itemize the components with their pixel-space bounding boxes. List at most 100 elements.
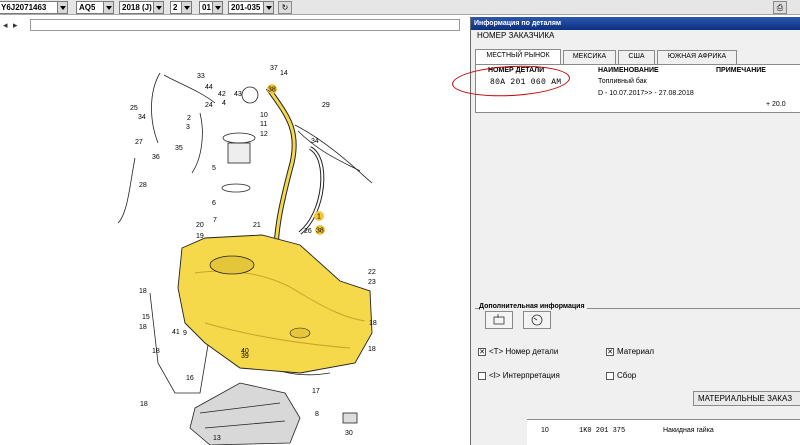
customer-number-label: НОМЕР ЗАКАЗЧИКА: [477, 31, 555, 40]
chevron-down-icon[interactable]: [181, 2, 191, 13]
svg-text:38: 38: [268, 87, 276, 94]
diagram-toolbar: ◂ ▸: [0, 16, 470, 33]
svg-text:3: 3: [186, 124, 190, 131]
svg-text:5: 5: [212, 165, 216, 172]
svg-text:20: 20: [196, 222, 204, 229]
field4-value: 2: [173, 3, 178, 12]
chevron-down-icon[interactable]: [212, 2, 222, 13]
forward-icon[interactable]: ▸: [13, 20, 18, 30]
exploded-parts-diagram[interactable]: 33 37 14 44 42 43 25 34 24 423 10 11 12 29 34 27 3…: [0, 33, 470, 445]
checkbox-interpretation-box[interactable]: [478, 372, 486, 380]
svg-text:6: 6: [212, 200, 216, 207]
checkbox-assembly-box[interactable]: [606, 372, 614, 380]
svg-text:9: 9: [183, 330, 187, 337]
magnifier-icon-button[interactable]: [523, 311, 551, 329]
svg-text:24: 24: [205, 102, 213, 109]
window-title: Информация по деталям: [471, 17, 800, 30]
svg-text:34: 34: [138, 114, 146, 121]
material-orders-button[interactable]: МАТЕРИАЛЬНЫЕ ЗАКАЗ: [693, 391, 800, 406]
svg-text:22: 22: [368, 269, 376, 276]
svg-text:8: 8: [315, 411, 319, 418]
checkbox-material-box[interactable]: ✕: [606, 348, 614, 356]
svg-text:37: 37: [270, 65, 278, 72]
tab-south-africa[interactable]: ЮЖНАЯ АФРИКА: [657, 50, 737, 64]
header-name: НАИМЕНОВАНИЕ: [598, 67, 659, 74]
parts-list-row[interactable]: 10 1K0 201 375 Накидная гайка: [527, 419, 800, 445]
svg-text:7: 7: [213, 217, 217, 224]
svg-text:34: 34: [311, 138, 319, 145]
svg-text:33: 33: [197, 73, 205, 80]
checkbox-part-number-box[interactable]: ✕: [478, 348, 486, 356]
svg-text:2: 2: [187, 115, 191, 122]
svg-text:13: 13: [213, 435, 221, 442]
hand-icon: [493, 314, 505, 325]
svg-text:18: 18: [139, 324, 147, 331]
printer-icon[interactable]: ⎙: [773, 1, 787, 14]
field5-select[interactable]: 01: [199, 1, 223, 14]
part-details-table: НОМЕР ДЕТАЛИ НАИМЕНОВАНИЕ ПРИМЕЧАНИЕ 80A…: [451, 62, 800, 113]
checkbox-part-number-label: <T> Номер детали: [489, 347, 559, 356]
model-select[interactable]: AQ5: [76, 1, 114, 14]
vin-value: Y6J2071463: [1, 3, 47, 12]
svg-text:18: 18: [368, 346, 376, 353]
model-value: AQ5: [79, 3, 96, 12]
svg-text:19: 19: [196, 233, 204, 240]
field6-select[interactable]: 201-035: [228, 1, 274, 14]
svg-text:38: 38: [316, 228, 324, 235]
vin-select[interactable]: Y6J2071463: [0, 1, 68, 14]
tab-local-market[interactable]: МЕСТНЫЙ РЫНОК: [475, 49, 561, 64]
field4-select[interactable]: 2: [170, 1, 192, 14]
svg-text:42: 42: [218, 91, 226, 98]
part-details-window: Информация по деталям НОМЕР ЗАКАЗЧИКА МЕ…: [451, 17, 800, 445]
svg-text:39: 39: [241, 353, 249, 360]
back-icon[interactable]: ◂: [3, 20, 8, 30]
svg-text:18: 18: [139, 288, 147, 295]
svg-text:16: 16: [186, 375, 194, 382]
checkbox-interpretation-label: <I> Интерпретация: [489, 371, 560, 380]
highlight-circle: [451, 62, 571, 100]
row-position: 10: [541, 427, 549, 434]
field5-value: 01: [202, 3, 211, 12]
svg-text:4: 4: [222, 100, 226, 107]
svg-text:35: 35: [175, 145, 183, 152]
svg-text:18: 18: [140, 401, 148, 408]
svg-text:18: 18: [152, 348, 160, 355]
svg-text:27: 27: [135, 139, 143, 146]
tab-usa[interactable]: США: [618, 50, 655, 64]
chevron-down-icon[interactable]: [57, 2, 67, 13]
selector-toolbar: Y6J2071463 AQ5 2018 (J) 2 01 201-035 ↻ ⎙: [0, 0, 800, 15]
extra-value: + 20.0: [766, 101, 786, 108]
diagram-search-input[interactable]: [30, 19, 460, 31]
year-select[interactable]: 2018 (J): [119, 1, 164, 14]
tab-mexico[interactable]: МЕКСИКА: [563, 50, 616, 64]
checkbox-assembly-label: Сбор: [617, 371, 637, 380]
row-part-name: Накидная гайка: [663, 427, 714, 434]
svg-text:36: 36: [152, 154, 160, 161]
svg-text:28: 28: [139, 182, 147, 189]
svg-text:21: 21: [253, 222, 261, 229]
svg-text:30: 30: [345, 430, 353, 437]
svg-text:11: 11: [260, 121, 267, 128]
svg-text:43: 43: [234, 91, 242, 98]
chevron-down-icon[interactable]: [103, 2, 113, 13]
svg-text:15: 15: [142, 314, 150, 321]
refresh-icon[interactable]: ↻: [278, 1, 292, 14]
magnifier-icon: [531, 314, 543, 326]
additional-info-label: Дополнительная информация: [479, 303, 587, 310]
validity-period: D - 10.07.2017>> - 27.08.2018: [598, 90, 694, 97]
year-value: 2018 (J): [122, 3, 152, 12]
row-part-number: 1K0 201 375: [579, 427, 626, 435]
part-name-value: Топливный бак: [598, 78, 647, 85]
svg-text:26: 26: [304, 228, 312, 235]
hand-icon-button[interactable]: [485, 311, 513, 329]
svg-text:29: 29: [322, 102, 330, 109]
svg-text:23: 23: [368, 279, 376, 286]
svg-text:17: 17: [312, 388, 320, 395]
svg-text:44: 44: [205, 84, 213, 91]
checkbox-material-label: Материал: [617, 347, 655, 356]
svg-text:18: 18: [369, 320, 377, 327]
chevron-down-icon[interactable]: [153, 2, 163, 13]
svg-text:25: 25: [130, 105, 138, 112]
chevron-down-icon[interactable]: [263, 2, 273, 13]
svg-text:1: 1: [317, 214, 321, 221]
